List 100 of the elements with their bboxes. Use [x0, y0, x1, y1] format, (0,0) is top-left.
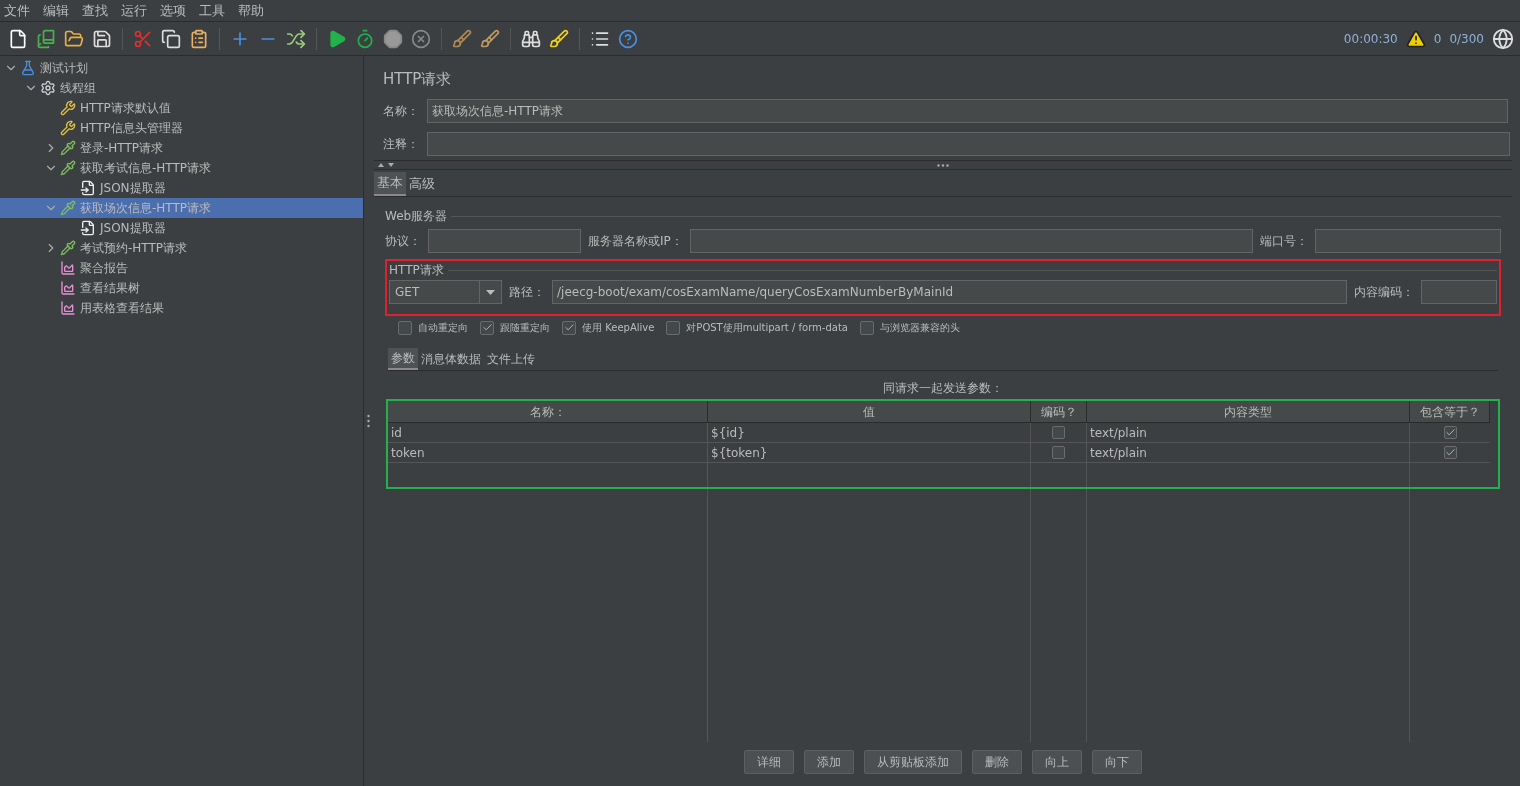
tab[interactable]: 文件上传	[484, 348, 538, 370]
protocol-field[interactable]	[428, 229, 581, 253]
flask-icon	[20, 60, 36, 76]
menu-item[interactable]: 运行	[121, 0, 147, 21]
tree-label: HTTP信息头管理器	[80, 120, 183, 137]
column-header[interactable]: 值	[708, 401, 1031, 423]
checkbox-label: 使用 KeepAlive	[582, 321, 655, 335]
encoding-field[interactable]	[1421, 280, 1497, 304]
gear-icon	[40, 80, 56, 96]
tab[interactable]: 高级	[406, 172, 438, 196]
menu-item[interactable]: 编辑	[43, 0, 69, 21]
column-header[interactable]: 编码？	[1031, 401, 1087, 423]
warning-icon[interactable]	[1405, 28, 1426, 49]
menu-item[interactable]: 文件	[4, 0, 30, 21]
tree-label: 测试计划	[40, 60, 88, 77]
table-caption: 同请求一起发送参数：	[882, 380, 1004, 395]
tab[interactable]: 消息体数据	[418, 348, 484, 370]
tree-item[interactable]: JSON提取器	[0, 218, 364, 238]
dropdown-arrow-icon	[486, 289, 495, 295]
field-label: 内容编码：	[1354, 284, 1414, 301]
panel-title: HTTP请求	[382, 69, 453, 90]
field-label: Web服务器	[385, 208, 448, 225]
warning-count: 0	[1433, 30, 1442, 48]
splitter-handle-icon[interactable]	[937, 163, 949, 167]
menu-item[interactable]: 工具	[199, 0, 225, 21]
action-button[interactable]: 添加	[804, 750, 854, 774]
collapse-arrows-icon[interactable]	[378, 162, 396, 168]
column-header[interactable]: 内容类型	[1087, 401, 1410, 423]
checkbox-label: 与浏览器兼容的头	[879, 321, 960, 335]
tree-item[interactable]: 聚合报告	[0, 258, 364, 278]
field-label: 端口号：	[1260, 233, 1308, 250]
field-label: 名称：	[383, 103, 420, 120]
checkbox[interactable]	[480, 320, 494, 335]
tree-item[interactable]: 用表格查看结果	[0, 298, 364, 318]
document-arrow-icon	[80, 220, 96, 236]
tree-label: 获取考试信息-HTTP请求	[80, 160, 212, 177]
tree-label: JSON提取器	[100, 180, 166, 197]
table-cell: id	[388, 423, 708, 442]
tree-label: JSON提取器	[100, 220, 166, 237]
tab[interactable]: 参数	[388, 348, 418, 370]
pipette-icon	[60, 240, 76, 256]
table-cell: token	[388, 443, 708, 462]
tab[interactable]: 基本	[374, 172, 406, 196]
server-field[interactable]	[689, 229, 1253, 253]
action-button[interactable]: 向上	[1032, 750, 1082, 774]
table-cell: text/plain	[1087, 423, 1410, 442]
tree-item[interactable]: 查看结果树	[0, 278, 364, 298]
elapsed-time: 00:00:30	[1343, 30, 1398, 48]
tree-label: 线程组	[60, 80, 96, 97]
action-button[interactable]: 从剪贴板添加	[864, 750, 962, 774]
document-arrow-icon	[80, 180, 96, 196]
port-field[interactable]	[1315, 229, 1501, 253]
checkbox[interactable]	[562, 320, 576, 335]
splitter-handle-icon[interactable]	[366, 414, 370, 428]
method-dropdown[interactable]: GET	[389, 280, 502, 304]
tree-label: 获取场次信息-HTTP请求	[80, 200, 212, 217]
pipette-icon	[60, 200, 76, 216]
tree-item[interactable]: 考试预约-HTTP请求	[0, 238, 364, 258]
tree-label: 用表格查看结果	[80, 300, 164, 317]
action-button[interactable]: 详细	[744, 750, 794, 774]
checkbox[interactable]	[1443, 426, 1457, 439]
tree-item[interactable]: 获取考试信息-HTTP请求	[0, 158, 364, 178]
path-field[interactable]: /jeecg-boot/exam/cosExamName/queryCosExamNumberByMainId	[552, 280, 1347, 304]
column-header[interactable]: 名称：	[388, 401, 708, 423]
tree-item[interactable]: 登录-HTTP请求	[0, 138, 364, 158]
action-button[interactable]: 向下	[1092, 750, 1142, 774]
globe-icon[interactable]	[1492, 27, 1514, 50]
checkbox[interactable]	[398, 320, 412, 335]
tree-item[interactable]: HTTP请求默认值	[0, 98, 364, 118]
field-label: 协议：	[385, 233, 421, 250]
field-label: 服务器名称或IP：	[588, 233, 683, 250]
checkbox-label: 跟随重定向	[500, 321, 550, 335]
tree-item[interactable]: HTTP信息头管理器	[0, 118, 364, 138]
menu-item[interactable]: 选项	[160, 0, 186, 21]
checkbox[interactable]	[1443, 446, 1457, 459]
wrench-icon	[60, 120, 76, 136]
comment-field[interactable]	[427, 132, 1510, 156]
checkbox[interactable]	[1052, 446, 1065, 459]
tree-label: 查看结果树	[80, 280, 140, 297]
checkbox-label: 自动重定向	[418, 321, 468, 335]
chart-icon	[60, 300, 76, 316]
tree-label: 登录-HTTP请求	[80, 140, 164, 157]
tree-item[interactable]: JSON提取器	[0, 178, 364, 198]
chart-icon	[60, 280, 76, 296]
tree-item[interactable]: 线程组	[0, 78, 364, 98]
action-button[interactable]: 删除	[972, 750, 1022, 774]
menu-item[interactable]: 查找	[82, 0, 108, 21]
tree-item[interactable]: 测试计划	[0, 58, 364, 78]
checkbox[interactable]	[859, 320, 874, 335]
field-label: 路径：	[509, 284, 545, 301]
name-field[interactable]: 获取场次信息-HTTP请求	[427, 99, 1508, 123]
tree-label: 聚合报告	[80, 260, 128, 277]
menu-item[interactable]: 帮助	[238, 0, 264, 21]
field-label: HTTP请求	[389, 262, 444, 279]
checkbox[interactable]	[666, 320, 681, 335]
pipette-icon	[60, 160, 76, 176]
column-header[interactable]: 包含等于？	[1410, 401, 1490, 423]
tree-label: HTTP请求默认值	[80, 100, 171, 117]
checkbox[interactable]	[1052, 426, 1065, 439]
tree-label: 考试预约-HTTP请求	[80, 240, 188, 257]
